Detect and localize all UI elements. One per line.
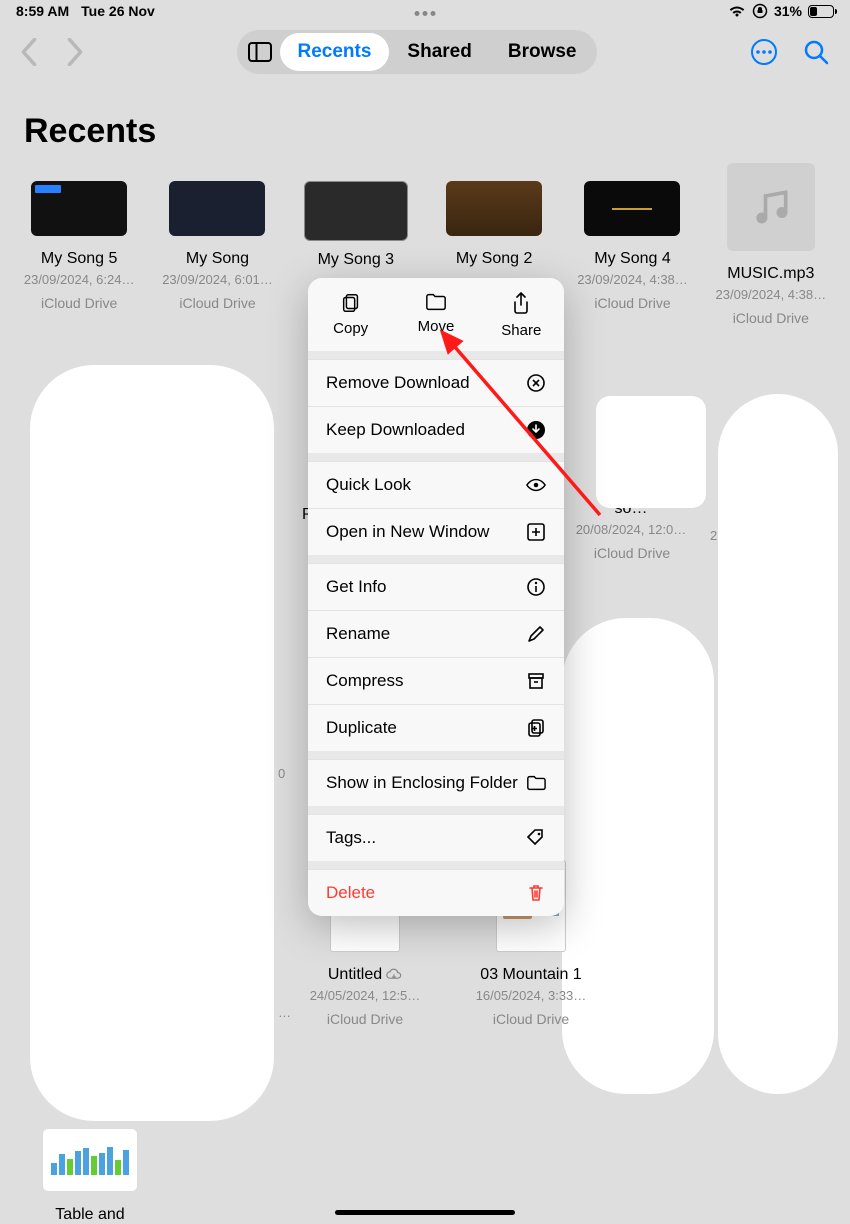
search-button[interactable]	[802, 38, 830, 66]
file-thumbnail	[169, 181, 265, 236]
duplicate-icon	[526, 718, 546, 738]
cloud-download-icon	[386, 968, 402, 982]
menu-share-button[interactable]: Share	[479, 278, 564, 351]
file-meta: 23/09/2024, 4:38…	[577, 272, 688, 287]
menu-tags[interactable]: Tags...	[308, 814, 564, 861]
menu-remove-download[interactable]: Remove Download	[308, 359, 564, 406]
wifi-icon	[728, 4, 746, 18]
file-location: iCloud Drive	[566, 545, 698, 561]
file-item[interactable]: My Song 23/09/2024, 6:01… iCloud Drive	[148, 181, 286, 326]
page-title: Recents	[0, 82, 850, 161]
file-name: My Song 3	[318, 251, 394, 269]
file-location: iCloud Drive	[327, 1011, 403, 1027]
file-name: Untitled	[328, 966, 382, 984]
file-thumbnail	[304, 181, 408, 241]
file-item[interactable]: My Song 5 23/09/2024, 6:24… iCloud Drive	[10, 181, 148, 326]
status-date: Tue 26 Nov	[81, 3, 155, 19]
file-meta: 16/05/2024, 3:33…	[476, 988, 587, 1003]
file-thumbnail	[31, 181, 127, 236]
file-name: 03 Mountain 1	[480, 966, 581, 984]
file-location: iCloud Drive	[493, 1011, 569, 1027]
menu-rename[interactable]: Rename	[308, 610, 564, 657]
new-window-icon	[526, 522, 546, 542]
menu-delete[interactable]: Delete	[308, 869, 564, 916]
file-location: iCloud Drive	[41, 295, 117, 311]
file-location: iCloud Drive	[179, 295, 255, 311]
orientation-lock-icon	[752, 3, 768, 19]
battery-percent: 31%	[774, 3, 802, 19]
eye-icon	[526, 475, 546, 495]
back-button[interactable]	[20, 38, 38, 66]
file-meta: 24/05/2024, 12:5…	[310, 988, 421, 1003]
file-name: Table and	[55, 1206, 124, 1224]
file-item[interactable]: Table and	[42, 1128, 138, 1224]
file-thumbnail	[584, 181, 680, 236]
sidebar-toggle-button[interactable]	[240, 42, 280, 62]
file-thumbnail[interactable]	[596, 396, 706, 508]
menu-quick-look[interactable]: Quick Look	[308, 461, 564, 508]
file-meta: 23/09/2024, 6:24…	[24, 272, 135, 287]
file-meta: 2	[710, 528, 717, 543]
battery-icon	[808, 5, 834, 18]
share-icon	[511, 292, 531, 316]
status-bar: 8:59 AM Tue 26 Nov 31%	[0, 0, 850, 22]
folder-icon	[526, 773, 546, 793]
trash-icon	[526, 883, 546, 903]
menu-move-button[interactable]: Move	[393, 278, 478, 351]
file-name: My Song	[186, 250, 249, 268]
view-segmented-control: Recents Shared Browse	[237, 30, 598, 74]
remove-icon	[526, 373, 546, 393]
multitask-indicator[interactable]	[415, 11, 436, 16]
music-note-icon	[749, 185, 793, 229]
tab-shared[interactable]: Shared	[389, 33, 489, 71]
file-meta: 23/09/2024, 4:38…	[716, 287, 827, 302]
file-name: My Song 5	[41, 250, 117, 268]
menu-duplicate[interactable]: Duplicate	[308, 704, 564, 751]
file-name: MUSIC.mp3	[727, 265, 814, 283]
file-meta: 20/08/2024, 12:0…	[566, 522, 696, 537]
more-options-button[interactable]	[750, 38, 778, 66]
forward-button[interactable]	[66, 38, 84, 66]
redaction-blob	[718, 394, 838, 1094]
folder-icon	[425, 292, 447, 312]
menu-open-new-window[interactable]: Open in New Window	[308, 508, 564, 555]
menu-compress[interactable]: Compress	[308, 657, 564, 704]
archive-icon	[526, 671, 546, 691]
tab-recents[interactable]: Recents	[280, 33, 390, 71]
pencil-icon	[526, 624, 546, 644]
file-meta: 23/09/2024, 6:01…	[162, 272, 273, 287]
menu-show-enclosing-folder[interactable]: Show in Enclosing Folder	[308, 759, 564, 806]
menu-keep-downloaded[interactable]: Keep Downloaded	[308, 406, 564, 453]
download-filled-icon	[526, 420, 546, 440]
file-thumbnail	[727, 163, 815, 251]
file-thumbnail	[446, 181, 542, 236]
file-item[interactable]: MUSIC.mp3 23/09/2024, 4:38… iCloud Drive	[702, 181, 840, 326]
file-name: My Song 2	[456, 250, 532, 268]
file-location: iCloud Drive	[733, 310, 809, 326]
info-icon	[526, 577, 546, 597]
file-name: My Song 4	[594, 250, 670, 268]
redaction-blob	[30, 365, 274, 1121]
tab-browse[interactable]: Browse	[490, 33, 595, 71]
tag-icon	[526, 828, 546, 848]
nav-bar: Recents Shared Browse	[0, 22, 850, 82]
file-item[interactable]: My Song 4 23/09/2024, 4:38… iCloud Drive	[563, 181, 701, 326]
status-time: 8:59 AM	[16, 3, 69, 19]
file-location: iCloud Drive	[594, 295, 670, 311]
context-menu: Copy Move Share Remove Download Keep Dow…	[308, 278, 564, 916]
file-thumbnail	[42, 1128, 138, 1192]
menu-get-info[interactable]: Get Info	[308, 563, 564, 610]
menu-copy-button[interactable]: Copy	[308, 278, 393, 351]
home-indicator[interactable]	[335, 1210, 515, 1215]
